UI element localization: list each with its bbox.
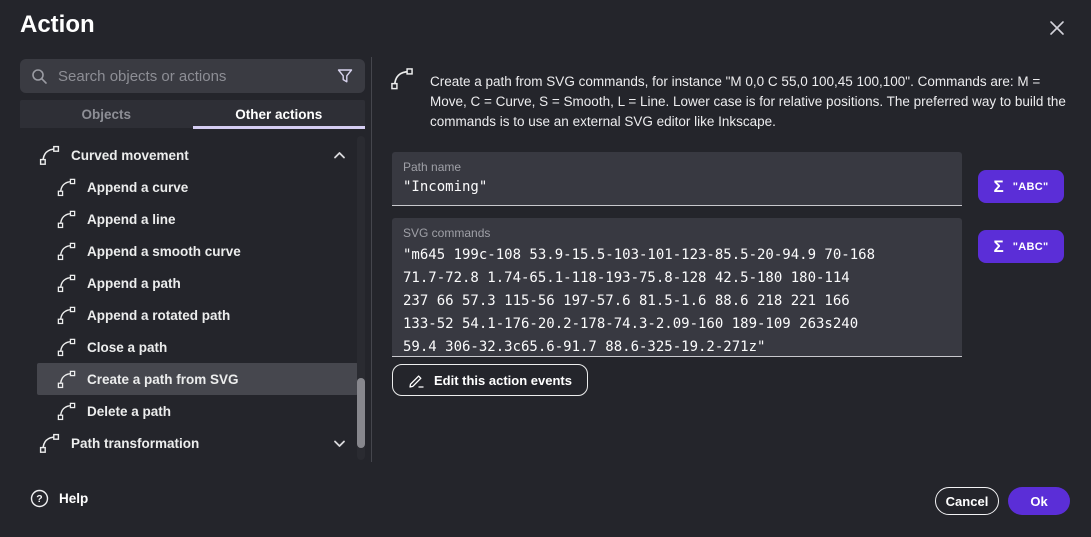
cancel-button[interactable]: Cancel bbox=[935, 487, 999, 515]
ok-button[interactable]: Ok bbox=[1008, 487, 1070, 515]
help-icon: ? bbox=[30, 489, 49, 508]
list-item-curved-movement[interactable]: Curved movement bbox=[20, 139, 358, 171]
expression-button-label: "ABC" bbox=[1013, 181, 1049, 193]
path-name-value[interactable]: "Incoming" bbox=[403, 179, 951, 195]
edit-action-events-label: Edit this action events bbox=[434, 373, 572, 388]
sigma-icon: Σ bbox=[994, 238, 1004, 255]
edit-action-events-button[interactable]: Edit this action events bbox=[392, 364, 588, 396]
tab-objects-label: Objects bbox=[81, 107, 131, 122]
curve-icon bbox=[389, 66, 415, 92]
list-item-create-a-path-from-svg[interactable]: Create a path from SVG bbox=[37, 363, 358, 395]
action-description: Create a path from SVG commands, for ins… bbox=[430, 72, 1070, 132]
curve-icon bbox=[56, 273, 77, 294]
pencil-icon bbox=[408, 372, 425, 389]
help-button[interactable]: ? Help bbox=[30, 489, 88, 508]
actions-list: Curved movement Append a curve Append a … bbox=[20, 139, 358, 459]
action-dialog: Action Objects Other actions Curved move… bbox=[0, 0, 1091, 537]
svg-commands-line: 237 66 57.3 115-56 197-57.6 81.5-1.6 88.… bbox=[403, 290, 951, 313]
curve-icon bbox=[56, 177, 77, 198]
panel-divider bbox=[371, 57, 372, 462]
svg-commands-value[interactable]: "m645 199c-108 53.9-15.5-103-101-123-85.… bbox=[403, 244, 951, 357]
curve-icon bbox=[56, 337, 77, 358]
sigma-icon: Σ bbox=[994, 178, 1004, 195]
scrollbar-thumb[interactable] bbox=[357, 378, 365, 448]
curve-icon bbox=[38, 144, 61, 167]
curve-icon bbox=[38, 432, 61, 455]
curve-icon bbox=[56, 369, 77, 390]
filter-icon[interactable] bbox=[336, 67, 354, 85]
list-item-label: Append a curve bbox=[87, 180, 188, 195]
list-item-append-a-curve[interactable]: Append a curve bbox=[20, 171, 358, 203]
curve-icon bbox=[56, 305, 77, 326]
list-item-label: Append a line bbox=[87, 212, 176, 227]
list-item-label: Create a path from SVG bbox=[87, 372, 239, 387]
search-box bbox=[20, 59, 365, 93]
list-item-delete-a-path[interactable]: Delete a path bbox=[20, 395, 358, 427]
tab-objects[interactable]: Objects bbox=[20, 100, 193, 128]
curve-icon bbox=[56, 209, 77, 230]
curve-icon bbox=[56, 241, 77, 262]
list-item-label: Curved movement bbox=[71, 148, 189, 163]
close-button[interactable] bbox=[1043, 14, 1071, 42]
svg-commands-field[interactable]: SVG commands "m645 199c-108 53.9-15.5-10… bbox=[392, 218, 962, 357]
search-icon bbox=[31, 68, 48, 85]
close-icon bbox=[1047, 18, 1067, 38]
list-item-path-transformation[interactable]: Path transformation bbox=[20, 427, 358, 459]
path-name-label: Path name bbox=[403, 160, 951, 174]
help-label: Help bbox=[59, 491, 88, 506]
curve-icon bbox=[56, 401, 77, 422]
list-item-label: Path transformation bbox=[71, 436, 199, 451]
list-item-append-a-path[interactable]: Append a path bbox=[20, 267, 358, 299]
svg-commands-line: "m645 199c-108 53.9-15.5-103-101-123-85.… bbox=[403, 244, 951, 267]
list-item-append-a-smooth-curve[interactable]: Append a smooth curve bbox=[20, 235, 358, 267]
search-input[interactable] bbox=[58, 68, 326, 85]
list-item-close-a-path[interactable]: Close a path bbox=[20, 331, 358, 363]
tab-bar: Objects Other actions bbox=[20, 100, 365, 128]
chevron-down-icon bbox=[333, 439, 346, 448]
svg-commands-line: 59.4 306-32.3c65.6-91.7 88.6-325-19.2-27… bbox=[403, 336, 951, 357]
list-item-label: Append a path bbox=[87, 276, 181, 291]
svg-commands-label: SVG commands bbox=[403, 226, 951, 240]
svg-commands-line: 133-52 54.1-176-20.2-178-74.3-2.09-160 1… bbox=[403, 313, 951, 336]
list-item-label: Close a path bbox=[87, 340, 167, 355]
expression-button-label: "ABC" bbox=[1013, 241, 1049, 253]
list-item-label: Append a smooth curve bbox=[87, 244, 241, 259]
list-item-append-a-rotated-path[interactable]: Append a rotated path bbox=[20, 299, 358, 331]
svg-commands-expression-button[interactable]: Σ "ABC" bbox=[978, 230, 1064, 263]
tab-other-actions[interactable]: Other actions bbox=[193, 100, 366, 128]
path-name-expression-button[interactable]: Σ "ABC" bbox=[978, 170, 1064, 203]
chevron-up-icon bbox=[333, 151, 346, 160]
path-name-field[interactable]: Path name "Incoming" bbox=[392, 152, 962, 206]
tab-other-actions-label: Other actions bbox=[235, 107, 322, 122]
list-item-append-a-line[interactable]: Append a line bbox=[20, 203, 358, 235]
svg-text:?: ? bbox=[36, 493, 42, 505]
list-item-label: Delete a path bbox=[87, 404, 171, 419]
list-item-label: Append a rotated path bbox=[87, 308, 230, 323]
scrollbar-track[interactable] bbox=[357, 136, 365, 460]
page-title: Action bbox=[20, 11, 95, 39]
svg-commands-line: 71.7-72.8 1.74-65.1-118-193-75.8-128 42.… bbox=[403, 267, 951, 290]
